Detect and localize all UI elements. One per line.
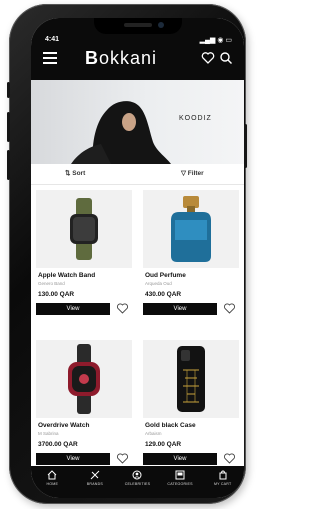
wishlist-heart-icon[interactable] xyxy=(116,302,129,315)
status-time: 4:41 xyxy=(45,36,60,43)
sort-button[interactable]: ⇅ Sort xyxy=(65,169,85,177)
phone-notch xyxy=(94,18,182,34)
product-price: 129.00 QAR xyxy=(145,441,182,448)
mute-switch xyxy=(7,82,10,98)
home-icon xyxy=(47,470,57,480)
product-image[interactable] xyxy=(36,190,132,268)
power-button xyxy=(244,124,247,168)
product-brand: Arqueda Oud xyxy=(145,281,172,286)
search-icon[interactable] xyxy=(219,51,233,65)
volume-down-button xyxy=(7,150,10,180)
promo-banner[interactable]: KOODIZ xyxy=(31,80,244,164)
filter-button[interactable]: ▽ Filter xyxy=(181,169,204,177)
cart-icon xyxy=(219,470,227,480)
product-brand: Arbaism xyxy=(145,431,162,436)
tab-categories[interactable]: CATEGORIES xyxy=(160,466,200,486)
product-name: Apple Watch Band xyxy=(38,272,96,279)
banner-model-image xyxy=(71,101,171,164)
sort-filter-bar: ⇅ Sort ▽ Filter xyxy=(31,164,244,185)
perfume-bottle-image xyxy=(171,196,211,262)
product-card[interactable]: Oud Perfume Arqueda Oud 430.00 QAR View xyxy=(143,190,239,330)
speaker-grille xyxy=(124,23,152,27)
phone-frame: 4:41 ▂▄▆ ◉ ▭ Bokkani KOODIZ ⇅ Sort ▽ Fil… xyxy=(7,4,247,504)
tab-brands[interactable]: BRANDS xyxy=(75,466,115,486)
view-button[interactable]: View xyxy=(143,303,217,315)
tab-label: HOME xyxy=(46,482,59,486)
tab-label: BRANDS xyxy=(86,482,103,486)
tab-label: MY CART xyxy=(213,482,232,486)
view-button[interactable]: View xyxy=(36,453,110,465)
status-indicators: ▂▄▆ ◉ ▭ xyxy=(199,37,232,44)
tab-my-cart[interactable]: MY CART xyxy=(203,466,243,486)
menu-icon[interactable] xyxy=(43,52,57,64)
view-button[interactable]: View xyxy=(143,453,217,465)
product-price: 3700.00 QAR xyxy=(38,441,78,448)
celebrities-icon xyxy=(132,470,142,480)
view-button[interactable]: View xyxy=(36,303,110,315)
product-card[interactable]: Apple Watch Band Genero Band 130.00 QAR … xyxy=(36,190,132,330)
volume-up-button xyxy=(7,112,10,142)
product-price: 430.00 QAR xyxy=(145,291,182,298)
app-screen: 4:41 ▂▄▆ ◉ ▭ Bokkani KOODIZ ⇅ Sort ▽ Fil… xyxy=(31,18,244,498)
app-header: 4:41 ▂▄▆ ◉ ▭ Bokkani xyxy=(31,18,244,80)
tab-label: CATEGORIES xyxy=(167,482,193,486)
app-logo: Bokkani xyxy=(85,48,157,69)
categories-icon xyxy=(175,470,185,480)
front-camera xyxy=(158,22,164,28)
tab-celebrities[interactable]: CELEBRITIES xyxy=(117,466,157,486)
product-brand: Genero Band xyxy=(38,281,65,286)
wishlist-heart-icon[interactable] xyxy=(116,452,129,465)
watch-band-image xyxy=(70,198,98,260)
product-name: Gold black Case xyxy=(145,422,196,429)
product-image[interactable] xyxy=(143,190,239,268)
bottom-tab-bar: HOME BRANDS CELEBRITIES CATEGORIES MY CA… xyxy=(31,466,244,498)
logo-text: okkani xyxy=(99,48,158,68)
product-image[interactable] xyxy=(36,340,132,418)
overdrive-watch-image xyxy=(68,344,100,414)
product-card[interactable]: Overdrive Watch M Sabrina 3700.00 QAR Vi… xyxy=(36,340,132,480)
wishlist-heart-icon[interactable] xyxy=(223,452,236,465)
phone-case-image xyxy=(177,346,205,412)
logo-initial: B xyxy=(85,48,99,68)
brands-icon xyxy=(90,470,100,480)
tab-home[interactable]: HOME xyxy=(32,466,72,486)
product-brand: M Sabrina xyxy=(38,431,59,436)
heart-icon[interactable] xyxy=(201,51,215,65)
tab-label: CELEBRITIES xyxy=(124,482,151,486)
product-card[interactable]: Gold black Case Arbaism 129.00 QAR View xyxy=(143,340,239,480)
product-price: 130.00 QAR xyxy=(38,291,75,298)
wishlist-heart-icon[interactable] xyxy=(223,302,236,315)
product-image[interactable] xyxy=(143,340,239,418)
product-name: Overdrive Watch xyxy=(38,422,90,429)
product-name: Oud Perfume xyxy=(145,272,186,279)
banner-brand: KOODIZ xyxy=(179,115,212,122)
